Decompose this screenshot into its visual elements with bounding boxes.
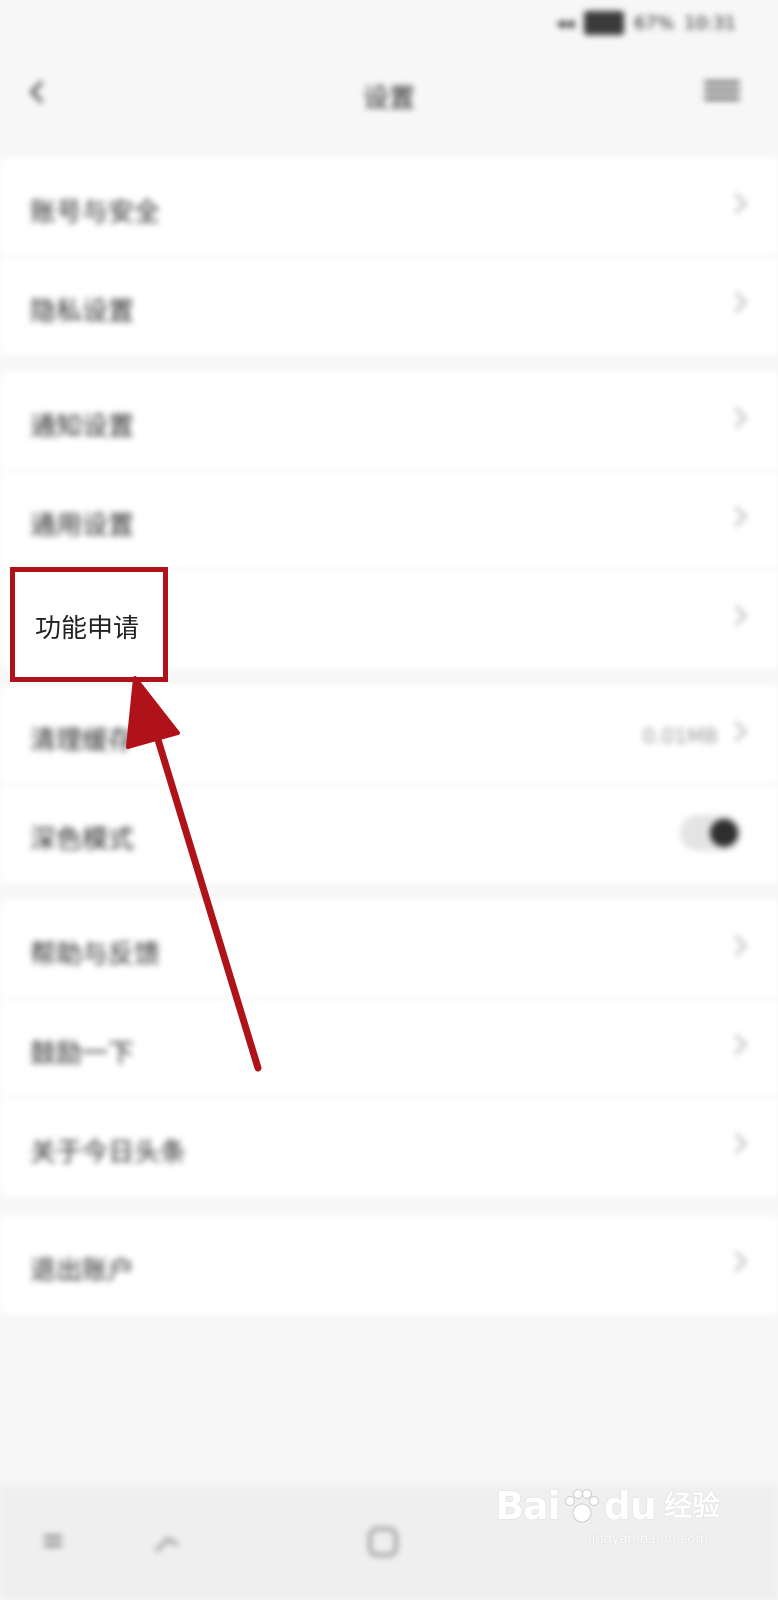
chevron-right-icon — [725, 505, 748, 528]
watermark-suffix: 经验 — [663, 1489, 720, 1522]
page-title: 设置 — [362, 84, 415, 114]
watermark-brand-left: Bai — [495, 1484, 561, 1528]
nav-back-icon[interactable] — [150, 1525, 184, 1559]
baidu-watermark: Bai du 经验 — [495, 1486, 720, 1526]
chevron-right-icon — [725, 192, 748, 215]
menu-icon[interactable] — [704, 76, 740, 106]
chevron-right-icon — [725, 604, 748, 627]
watermark-url: jingyan.baidu.com — [588, 1532, 708, 1547]
row-general[interactable]: 通用设置 — [0, 471, 778, 570]
row-label: 账号与安全 — [30, 198, 161, 228]
row-label: 鼓励一下 — [30, 1039, 135, 1069]
chevron-right-icon — [725, 720, 748, 743]
row-encourage[interactable]: 鼓励一下 — [0, 999, 778, 1098]
chevron-right-icon — [725, 291, 748, 314]
row-label: 隐私设置 — [30, 297, 135, 327]
row-label: 关于今日头条 — [30, 1138, 187, 1168]
settings-group-account: 账号与安全 隐私设置 — [0, 158, 778, 355]
dark-mode-toggle[interactable] — [680, 815, 742, 851]
row-notification[interactable]: 通知设置 — [0, 372, 778, 471]
row-logout[interactable]: 退出账户 — [0, 1216, 778, 1314]
row-label: 深色模式 — [30, 825, 135, 855]
status-icons: ◂◂ 67% 10:31 — [556, 8, 736, 38]
row-help-feedback[interactable]: 帮助与反馈 — [0, 900, 778, 999]
row-label: 通知设置 — [30, 412, 135, 442]
highlight-feature-request[interactable]: 功能申请 — [10, 567, 168, 682]
cache-size-value: 0.01MB — [642, 724, 718, 748]
chevron-right-icon — [725, 1250, 748, 1273]
row-privacy[interactable]: 隐私设置 — [0, 257, 778, 355]
settings-group-about: 帮助与反馈 鼓励一下 关于今日头条 — [0, 900, 778, 1196]
row-account-security[interactable]: 账号与安全 — [0, 158, 778, 257]
chevron-right-icon — [725, 1033, 748, 1056]
row-label: 帮助与反馈 — [30, 940, 161, 970]
nav-menu-icon[interactable] — [36, 1525, 70, 1559]
nav-home-icon[interactable] — [366, 1525, 400, 1559]
row-about[interactable]: 关于今日头条 — [0, 1098, 778, 1196]
row-dark-mode[interactable]: 深色模式 — [0, 785, 778, 883]
paw-icon — [564, 1489, 599, 1523]
top-bar: 设置 — [0, 50, 778, 140]
feature-request-label: 功能申请 — [35, 614, 140, 644]
clock: 10:31 — [684, 12, 736, 34]
settings-group-display: 清理缓存 0.01MB 深色模式 — [0, 686, 778, 883]
row-label: 清理缓存 — [30, 726, 135, 756]
watermark-brand-right: du — [603, 1484, 657, 1528]
chevron-right-icon — [725, 934, 748, 957]
status-bar: ◂◂ 67% 10:31 — [0, 0, 778, 50]
row-clear-cache[interactable]: 清理缓存 0.01MB — [0, 686, 778, 785]
row-label: 通用设置 — [30, 511, 135, 541]
row-label: 退出账户 — [30, 1256, 135, 1286]
chevron-right-icon — [725, 1132, 748, 1155]
settings-group-logout: 退出账户 — [0, 1216, 778, 1314]
network-badge-icon — [584, 11, 625, 35]
toggle-knob — [710, 819, 738, 847]
signal-icon: ◂◂ — [556, 12, 575, 34]
battery-text: 67% — [634, 12, 675, 34]
chevron-right-icon — [725, 406, 748, 429]
